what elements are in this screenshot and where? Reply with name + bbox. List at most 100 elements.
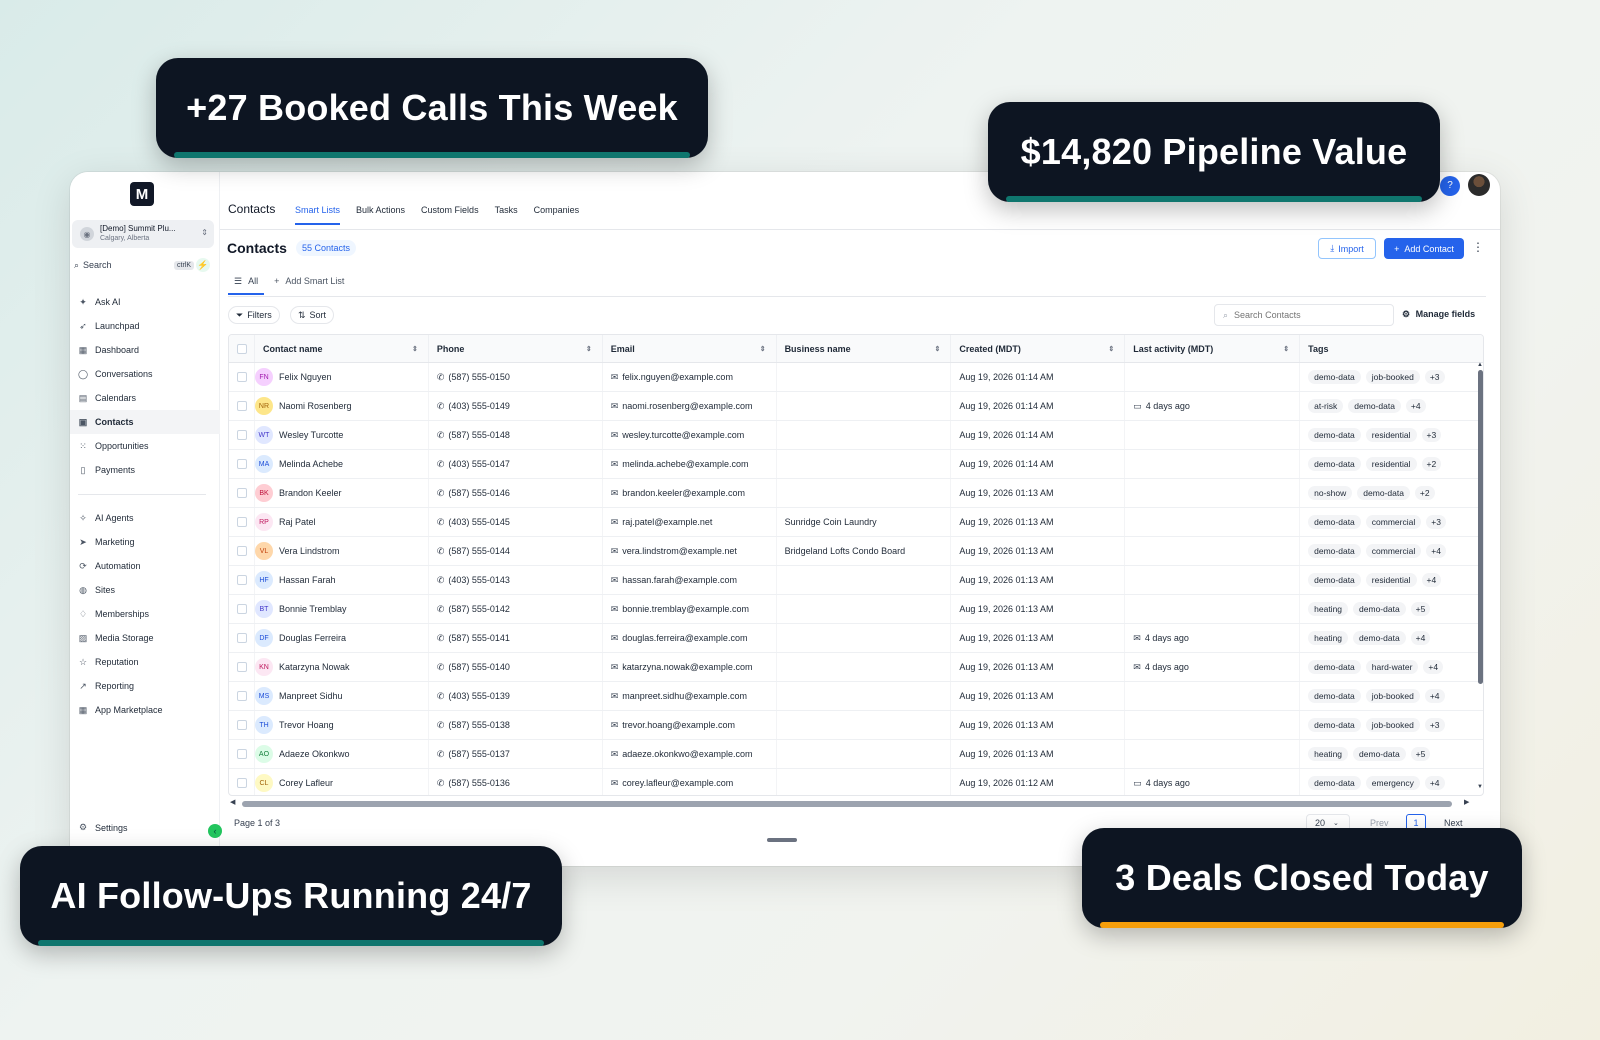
sidebar-item-settings[interactable]: ⚙ Settings bbox=[76, 822, 128, 833]
row-checkbox[interactable] bbox=[237, 546, 247, 556]
row-checkbox[interactable] bbox=[237, 401, 247, 411]
phone-cell[interactable]: ✆ (403) 555-0149 bbox=[429, 392, 603, 420]
email-cell[interactable]: ✉ adaeze.okonkwo@example.com bbox=[603, 740, 777, 768]
tag-chip[interactable]: heating bbox=[1308, 747, 1349, 761]
sort-arrows-icon[interactable]: ⇕ bbox=[586, 345, 592, 353]
contact-name-cell[interactable]: MS Manpreet Sidhu bbox=[254, 682, 429, 710]
tag-chip[interactable]: commercial bbox=[1365, 544, 1422, 558]
tag-chip[interactable]: demo-data bbox=[1353, 631, 1406, 645]
tag-chip[interactable]: demo-data bbox=[1308, 689, 1361, 703]
tag-chip[interactable]: heating bbox=[1308, 602, 1349, 616]
add-contact-button[interactable]: + Add Contact bbox=[1384, 238, 1464, 259]
scroll-left-icon[interactable]: ◀ bbox=[230, 798, 235, 806]
phone-cell[interactable]: ✆ (403) 555-0145 bbox=[429, 508, 603, 536]
table-row[interactable]: FN Felix Nguyen ✆ (587) 555-0150 ✉ felix.nguy… bbox=[229, 363, 1483, 392]
row-checkbox[interactable] bbox=[237, 517, 247, 527]
scroll-down-icon[interactable]: ▼ bbox=[1477, 784, 1483, 790]
contact-name[interactable]: Manpreet Sidhu bbox=[279, 691, 343, 701]
tag-chip[interactable]: commercial bbox=[1365, 515, 1422, 529]
table-row[interactable]: TH Trevor Hoang ✆ (587) 555-0138 ✉ trevor.hoa… bbox=[229, 711, 1483, 740]
contact-name-cell[interactable]: NR Naomi Rosenberg bbox=[254, 392, 429, 420]
sidebar-item-ask-ai[interactable]: ✦ Ask AI bbox=[70, 290, 220, 314]
row-checkbox[interactable] bbox=[237, 778, 247, 788]
phone-cell[interactable]: ✆ (403) 555-0147 bbox=[429, 450, 603, 478]
smart-list-all-tab[interactable]: ☰ All bbox=[228, 276, 265, 295]
tag-chip[interactable]: demo-data bbox=[1353, 747, 1406, 761]
tag-chip[interactable]: demo-data bbox=[1308, 457, 1361, 471]
more-tags-chip[interactable]: +5 bbox=[1410, 747, 1431, 761]
email-cell[interactable]: ✉ corey.lafleur@example.com bbox=[603, 769, 777, 795]
tag-chip[interactable]: demo-data bbox=[1308, 428, 1361, 442]
more-tags-chip[interactable]: +4 bbox=[1424, 689, 1445, 703]
column-header-phone[interactable]: Phone ⇕ bbox=[429, 335, 603, 362]
contact-name-cell[interactable]: VL Vera Lindstrom bbox=[254, 537, 429, 565]
next-page-button[interactable]: Next bbox=[1444, 818, 1463, 828]
sidebar-item-dashboard[interactable]: ▦ Dashboard bbox=[70, 338, 220, 362]
table-row[interactable]: VL Vera Lindstrom ✆ (587) 555-0144 ✉ vera.lin… bbox=[229, 537, 1483, 566]
more-tags-chip[interactable]: +4 bbox=[1423, 660, 1444, 674]
phone-cell[interactable]: ✆ (587) 555-0141 bbox=[429, 624, 603, 652]
more-tags-chip[interactable]: +4 bbox=[1424, 776, 1445, 790]
contact-name-cell[interactable]: CL Corey Lafleur bbox=[254, 769, 429, 795]
account-switcher[interactable]: ◉ [Demo] Summit Plu... Calgary, Alberta … bbox=[72, 220, 214, 248]
email-cell[interactable]: ✉ naomi.rosenberg@example.com bbox=[603, 392, 777, 420]
help-button[interactable]: ? bbox=[1440, 176, 1460, 196]
search-contacts-input[interactable] bbox=[1234, 310, 1375, 320]
tag-chip[interactable]: hard-water bbox=[1365, 660, 1419, 674]
sidebar-item-launchpad[interactable]: ➶ Launchpad bbox=[70, 314, 220, 338]
contact-name[interactable]: Brandon Keeler bbox=[279, 488, 342, 498]
table-row[interactable]: AO Adaeze Okonkwo ✆ (587) 555-0137 ✉ adaeze.o… bbox=[229, 740, 1483, 769]
tab-custom-fields[interactable]: Custom Fields bbox=[421, 205, 479, 225]
tag-chip[interactable]: demo-data bbox=[1353, 602, 1406, 616]
contact-name[interactable]: Melinda Achebe bbox=[279, 459, 343, 469]
row-checkbox[interactable] bbox=[237, 749, 247, 759]
tag-chip[interactable]: no-show bbox=[1308, 486, 1353, 500]
more-tags-chip[interactable]: +3 bbox=[1424, 718, 1445, 732]
table-row[interactable]: MS Manpreet Sidhu ✆ (403) 555-0139 ✉ manpreet… bbox=[229, 682, 1483, 711]
table-row[interactable]: WT Wesley Turcotte ✆ (587) 555-0148 ✉ wesley.… bbox=[229, 421, 1483, 450]
phone-cell[interactable]: ✆ (587) 555-0144 bbox=[429, 537, 603, 565]
row-checkbox[interactable] bbox=[237, 488, 247, 498]
more-tags-chip[interactable]: +2 bbox=[1421, 457, 1442, 471]
email-cell[interactable]: ✉ brandon.keeler@example.com bbox=[603, 479, 777, 507]
tag-chip[interactable]: residential bbox=[1365, 573, 1417, 587]
tag-chip[interactable]: demo-data bbox=[1308, 544, 1361, 558]
table-row[interactable]: MA Melinda Achebe ✆ (403) 555-0147 ✉ melinda.… bbox=[229, 450, 1483, 479]
table-row[interactable]: KN Katarzyna Nowak ✆ (587) 555-0140 ✉ katarzy… bbox=[229, 653, 1483, 682]
scroll-right-icon[interactable]: ▶ bbox=[1464, 798, 1469, 806]
email-cell[interactable]: ✉ vera.lindstrom@example.net bbox=[603, 537, 777, 565]
contact-name-cell[interactable]: TH Trevor Hoang bbox=[254, 711, 429, 739]
row-checkbox[interactable] bbox=[237, 604, 247, 614]
email-cell[interactable]: ✉ melinda.achebe@example.com bbox=[603, 450, 777, 478]
email-cell[interactable]: ✉ douglas.ferreira@example.com bbox=[603, 624, 777, 652]
horizontal-scrollbar[interactable] bbox=[242, 801, 1452, 807]
more-tags-chip[interactable]: +3 bbox=[1421, 428, 1442, 442]
row-checkbox[interactable] bbox=[237, 662, 247, 672]
add-smart-list-button[interactable]: + Add Smart List bbox=[274, 276, 344, 295]
more-tags-chip[interactable]: +4 bbox=[1421, 573, 1442, 587]
more-tags-chip[interactable]: +3 bbox=[1426, 515, 1446, 529]
email-cell[interactable]: ✉ trevor.hoang@example.com bbox=[603, 711, 777, 739]
row-checkbox[interactable] bbox=[237, 720, 247, 730]
phone-cell[interactable]: ✆ (587) 555-0136 bbox=[429, 769, 603, 795]
contact-name-cell[interactable]: KN Katarzyna Nowak bbox=[254, 653, 429, 681]
column-header-contact-name[interactable]: Contact name ⇕ bbox=[255, 335, 429, 362]
more-tags-chip[interactable]: +2 bbox=[1414, 486, 1435, 500]
tag-chip[interactable]: demo-data bbox=[1308, 573, 1361, 587]
more-tags-chip[interactable]: +4 bbox=[1410, 631, 1431, 645]
more-tags-chip[interactable]: +4 bbox=[1405, 399, 1426, 413]
contact-name-cell[interactable]: MA Melinda Achebe bbox=[254, 450, 429, 478]
filters-button[interactable]: ⏷ Filters bbox=[228, 306, 280, 324]
tab-tasks[interactable]: Tasks bbox=[495, 205, 518, 225]
tag-chip[interactable]: job-booked bbox=[1365, 718, 1420, 732]
contact-name-cell[interactable]: RP Raj Patel bbox=[254, 508, 429, 536]
sidebar-item-automation[interactable]: ⟳ Automation bbox=[70, 554, 220, 578]
sort-button[interactable]: ⇅ Sort bbox=[290, 306, 335, 324]
tab-bulk-actions[interactable]: Bulk Actions bbox=[356, 205, 405, 225]
sidebar-item-opportunities[interactable]: ⁙ Opportunities bbox=[70, 434, 220, 458]
contact-name[interactable]: Wesley Turcotte bbox=[279, 430, 343, 440]
prev-page-button[interactable]: Prev bbox=[1370, 818, 1389, 828]
contact-name[interactable]: Felix Nguyen bbox=[279, 372, 332, 382]
row-checkbox[interactable] bbox=[237, 430, 247, 440]
contact-name-cell[interactable]: FN Felix Nguyen bbox=[254, 363, 429, 391]
